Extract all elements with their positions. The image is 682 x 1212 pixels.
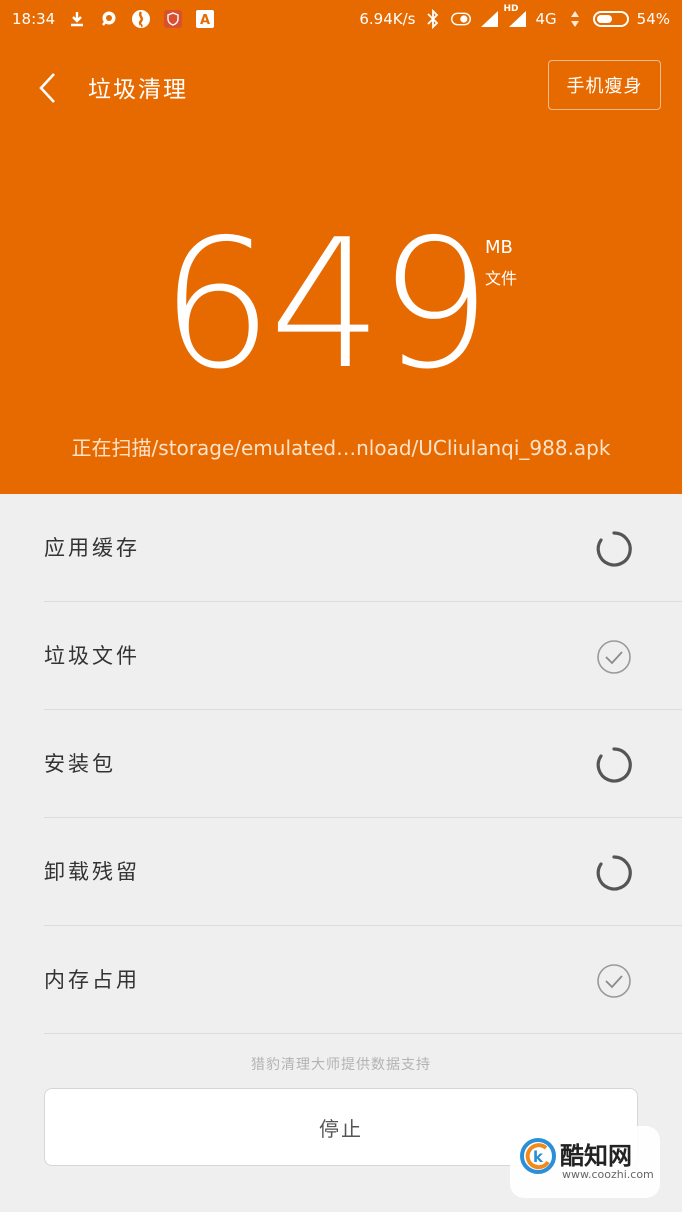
watermark: k 酷知网 www.coozhi.com (510, 1126, 660, 1198)
app-a-glyph: A (200, 13, 210, 28)
category-label: 内存占用 (44, 968, 140, 992)
signal-icon (479, 9, 499, 29)
category-memory-usage[interactable]: 内存占用 (44, 926, 682, 1034)
watermark-name: 酷知网 (560, 1142, 632, 1170)
signal-hd-group: HD (503, 4, 527, 28)
toggle-icon (451, 9, 472, 29)
app-a-icon: A (195, 9, 215, 29)
loading-spinner-icon (594, 745, 634, 785)
loading-spinner-icon (594, 853, 634, 893)
watermark-url: www.coozhi.com (562, 1168, 654, 1181)
battery-icon (592, 11, 629, 27)
data-arrows-icon (565, 9, 585, 29)
category-uninstall-residue[interactable]: 卸载残留 (44, 818, 682, 926)
junk-size-label: 文件 (485, 269, 518, 288)
watermark-logo-icon: k (520, 1138, 556, 1174)
browser-icon (131, 9, 151, 29)
bluetooth-icon (423, 9, 443, 29)
shield-icon (163, 9, 183, 29)
status-bar: 18:34 A 6.94K/s HD 4G 54% (0, 0, 682, 40)
data-credit-text: 猎豹清理大师提供数据支持 (251, 1057, 431, 1073)
network-speed: 6.94K/s (359, 10, 416, 28)
loading-spinner-icon (594, 529, 634, 569)
chevron-left-icon (39, 73, 55, 103)
category-label: 安装包 (44, 752, 116, 776)
battery-percent: 54% (636, 10, 670, 28)
status-time: 18:34 (12, 10, 56, 28)
chat-icon (99, 9, 119, 29)
check-circle-icon (594, 961, 634, 1001)
back-button[interactable] (30, 68, 66, 108)
category-install-packages[interactable]: 安装包 (44, 710, 682, 818)
category-junk-files[interactable]: 垃圾文件 (44, 602, 682, 710)
hd-label: HD (503, 4, 519, 14)
clean-category-list: 应用缓存 垃圾文件 安装包 卸载残留 内存占用 (0, 494, 682, 1034)
category-app-cache[interactable]: 应用缓存 (44, 494, 682, 602)
junk-size-value: 649 (160, 201, 492, 408)
download-icon (67, 9, 87, 29)
network-type: 4G (535, 10, 557, 28)
check-circle-icon (594, 637, 634, 677)
header: 18:34 A 6.94K/s HD 4G 54% 垃圾清理 手机瘦身 649 … (0, 0, 682, 494)
phone-slim-button[interactable]: 手机瘦身 (548, 60, 661, 110)
svg-text:k: k (533, 1148, 544, 1166)
page-title: 垃圾清理 (88, 77, 188, 103)
category-label: 卸载残留 (44, 860, 140, 884)
junk-size-unit: MB (485, 237, 513, 258)
category-label: 垃圾文件 (44, 644, 140, 668)
category-label: 应用缓存 (44, 536, 140, 560)
scan-path-text: 正在扫描/storage/emulated…nload/UCliulanqi_9… (71, 436, 611, 460)
